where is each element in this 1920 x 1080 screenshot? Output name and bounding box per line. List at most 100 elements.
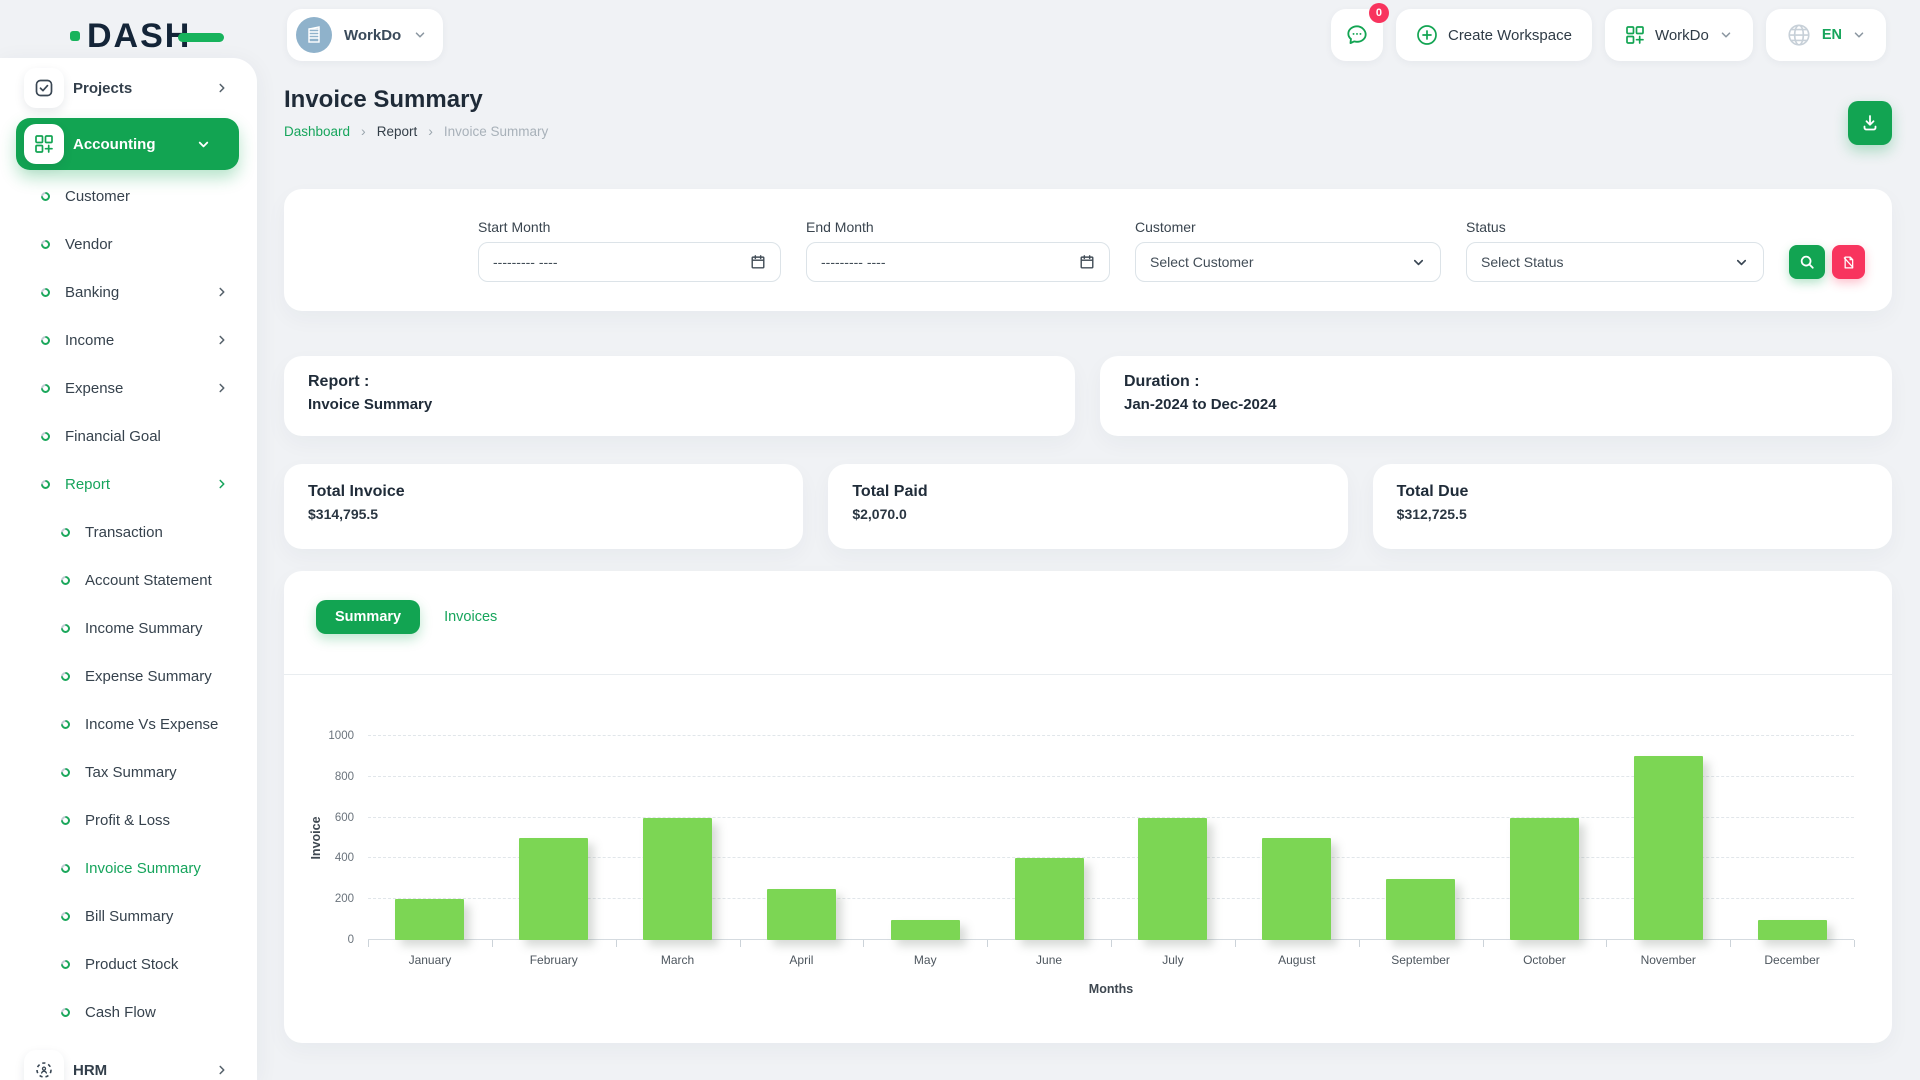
breadcrumb-report[interactable]: Report	[377, 124, 418, 139]
sidebar-item-report[interactable]: Report	[0, 460, 257, 508]
report-duration-row: Report : Invoice Summary Duration : Jan-…	[284, 356, 1892, 436]
breadcrumb-dashboard[interactable]: Dashboard	[284, 124, 350, 139]
sidebar-item-tax-summary[interactable]: Tax Summary	[0, 748, 257, 796]
sidebar-item-bill-summary[interactable]: Bill Summary	[0, 892, 257, 940]
sidebar-item-financial-goal[interactable]: Financial Goal	[0, 412, 257, 460]
calendar-icon	[750, 254, 766, 270]
x-tick-mark	[1111, 940, 1112, 947]
building-icon	[304, 25, 324, 45]
sidebar-subitem-label: Account Statement	[85, 572, 212, 589]
end-month-label: End Month	[806, 219, 1110, 235]
bullet-icon	[59, 718, 72, 731]
gridline	[368, 776, 1854, 777]
bar-november	[1634, 756, 1703, 940]
gridline	[368, 898, 1854, 899]
x-tick-label: July	[1111, 953, 1235, 967]
sidebar-item-invoice-summary[interactable]: Invoice Summary	[0, 844, 257, 892]
sidebar-item-cash-flow[interactable]: Cash Flow	[0, 988, 257, 1036]
sidebar-item-banking[interactable]: Banking	[0, 268, 257, 316]
bullet-icon	[39, 286, 52, 299]
report-submenu: Transaction Account Statement Income Sum…	[0, 508, 257, 1036]
bullet-icon	[39, 430, 52, 443]
total-due-card: Total Due $312,725.5	[1373, 464, 1892, 549]
duration-value: Jan-2024 to Dec-2024	[1124, 396, 1868, 413]
gridline	[368, 735, 1854, 736]
bullet-icon	[59, 622, 72, 635]
sidebar-item-expense[interactable]: Expense	[0, 364, 257, 412]
create-workspace-button[interactable]: Create Workspace	[1396, 9, 1592, 61]
duration-label: Duration :	[1124, 373, 1868, 391]
sidebar-item-accounting[interactable]: Accounting	[16, 118, 239, 170]
language-selector[interactable]: EN	[1766, 9, 1886, 61]
total-invoice-card: Total Invoice $314,795.5	[284, 464, 803, 549]
filter-card: Start Month --------- ---- End Month ---…	[284, 189, 1892, 311]
sidebar-subitem-label: Income	[65, 332, 114, 349]
sidebar-item-product-stock[interactable]: Product Stock	[0, 940, 257, 988]
end-month-input[interactable]: --------- ----	[806, 242, 1110, 282]
total-invoice-label: Total Invoice	[308, 483, 779, 501]
chevron-down-icon	[196, 137, 211, 152]
total-invoice-value: $314,795.5	[308, 506, 779, 522]
sidebar-item-transaction[interactable]: Transaction	[0, 508, 257, 556]
customer-group: Customer Select Customer	[1135, 219, 1441, 282]
y-tick-label: 0	[308, 934, 354, 946]
sidebar-item-expense-summary[interactable]: Expense Summary	[0, 652, 257, 700]
start-month-group: Start Month --------- ----	[478, 219, 781, 282]
sidebar-item-customer[interactable]: Customer	[0, 172, 257, 220]
x-tick-mark	[740, 940, 741, 947]
sidebar-subitem-label: Invoice Summary	[85, 860, 201, 877]
bar-december	[1758, 920, 1827, 940]
bar-july	[1138, 818, 1207, 940]
messages-button[interactable]: 0	[1331, 9, 1383, 61]
brand-logo: DAS H	[70, 14, 191, 58]
bullet-icon	[59, 670, 72, 683]
main-content: Invoice Summary Dashboard › Report › Inv…	[284, 72, 1892, 1043]
search-button[interactable]	[1789, 245, 1825, 279]
sidebar-item-account-statement[interactable]: Account Statement	[0, 556, 257, 604]
bullet-icon	[39, 478, 52, 491]
chevron-down-icon	[1719, 28, 1733, 42]
tab-summary[interactable]: Summary	[316, 600, 420, 634]
sidebar-item-profit-loss[interactable]: Profit & Loss	[0, 796, 257, 844]
sidebar-subitem-label: Profit & Loss	[85, 812, 170, 829]
sidebar-subitem-label: Financial Goal	[65, 428, 161, 445]
sidebar-item-income[interactable]: Income	[0, 316, 257, 364]
workspace-switcher[interactable]: WorkDo	[287, 9, 443, 61]
plus-circle-icon	[1416, 24, 1438, 46]
reset-button[interactable]	[1832, 245, 1865, 279]
y-tick-label: 800	[308, 771, 354, 783]
customer-label: Customer	[1135, 219, 1441, 235]
x-tick-mark	[1606, 940, 1607, 947]
download-button[interactable]	[1848, 101, 1892, 145]
sidebar-subitem-label: Product Stock	[85, 956, 178, 973]
gridline	[368, 817, 1854, 818]
tab-invoices[interactable]: Invoices	[442, 600, 499, 634]
customer-select[interactable]: Select Customer	[1135, 242, 1441, 282]
report-card: Report : Invoice Summary	[284, 356, 1075, 436]
x-tick-mark	[987, 940, 988, 947]
status-select[interactable]: Select Status	[1466, 242, 1764, 282]
sidebar-subitem-label: Cash Flow	[85, 1004, 156, 1021]
language-code: EN	[1822, 27, 1842, 43]
sidebar-item-income-vs-expense[interactable]: Income Vs Expense	[0, 700, 257, 748]
start-month-input[interactable]: --------- ----	[478, 242, 781, 282]
topbar-actions: 0 Create Workspace WorkDo EN	[1331, 9, 1886, 61]
sidebar-item-hrm[interactable]: HRM	[0, 1046, 257, 1080]
workspace-name: WorkDo	[344, 27, 401, 44]
sidebar-item-projects[interactable]: Projects	[0, 64, 257, 112]
grid-plus-icon	[1625, 25, 1645, 45]
total-paid-label: Total Paid	[852, 483, 1323, 501]
duration-card: Duration : Jan-2024 to Dec-2024	[1100, 356, 1892, 436]
status-label: Status	[1466, 219, 1764, 235]
page-title: Invoice Summary	[284, 86, 548, 114]
chevron-down-icon	[1852, 28, 1866, 42]
bullet-icon	[39, 238, 52, 251]
customer-select-value: Select Customer	[1150, 254, 1253, 270]
bar-august	[1262, 838, 1331, 940]
workdo-menu-button[interactable]: WorkDo	[1605, 9, 1753, 61]
sidebar-item-income-summary[interactable]: Income Summary	[0, 604, 257, 652]
bar-march	[643, 818, 712, 940]
sidebar: Projects Accounting Customer Vendor Bank…	[0, 58, 257, 1080]
sidebar-item-vendor[interactable]: Vendor	[0, 220, 257, 268]
bullet-icon	[59, 814, 72, 827]
